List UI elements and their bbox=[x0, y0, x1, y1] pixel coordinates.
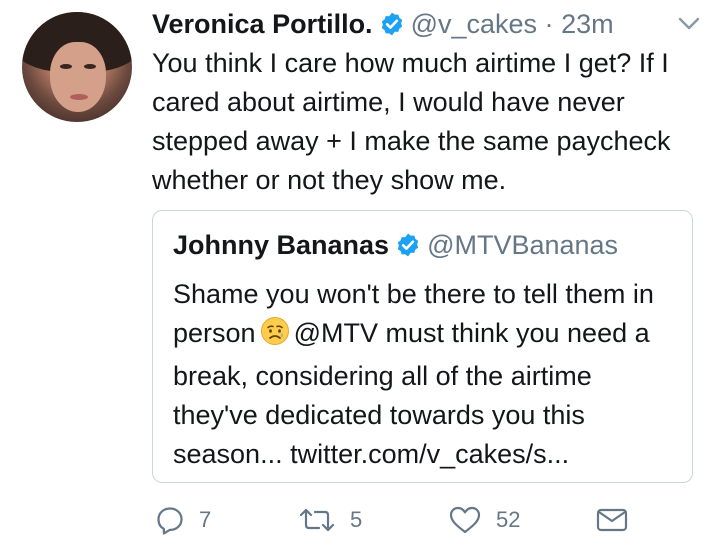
reply-icon bbox=[155, 505, 185, 535]
avatar-eye-left bbox=[60, 64, 72, 69]
retweet-button[interactable]: 5 bbox=[298, 505, 362, 535]
retweet-icon bbox=[298, 505, 336, 535]
direct-message-icon bbox=[595, 505, 629, 535]
direct-message-button[interactable] bbox=[595, 505, 629, 535]
quoted-tweet-card[interactable]: Johnny Bananas @MTVBananas Shame you won'… bbox=[152, 210, 693, 483]
separator-dot: · bbox=[544, 9, 554, 39]
like-count: 52 bbox=[496, 507, 521, 532]
author-handle[interactable]: @v_cakes bbox=[411, 9, 537, 39]
quoted-author-handle: @MTVBananas bbox=[427, 230, 619, 260]
tweet-text: You think I care how much airtime I get?… bbox=[152, 48, 679, 195]
tweet-timestamp[interactable]: 23m bbox=[561, 9, 614, 39]
quoted-tweet-header: Johnny Bananas @MTVBananas bbox=[173, 227, 618, 267]
quoted-tweet-text: Shame you won't be there to tell them in… bbox=[173, 275, 683, 474]
tweet-actions-bar: 7 5 52 bbox=[0, 505, 719, 545]
avatar-lips bbox=[70, 94, 88, 100]
retweet-count: 5 bbox=[350, 507, 363, 532]
like-icon bbox=[448, 505, 482, 535]
worried-face-emoji bbox=[260, 316, 290, 357]
verified-badge-icon bbox=[379, 10, 405, 46]
tweet-header: Veronica Portillo. @v_cakes · 23m bbox=[152, 6, 614, 46]
reply-button[interactable]: 7 bbox=[155, 505, 211, 535]
author-avatar[interactable] bbox=[22, 12, 132, 122]
verified-badge-icon bbox=[395, 231, 421, 267]
quoted-author-name: Johnny Bananas bbox=[173, 230, 390, 260]
avatar-face bbox=[50, 42, 106, 112]
avatar-eye-right bbox=[84, 64, 96, 69]
author-name[interactable]: Veronica Portillo. bbox=[152, 9, 373, 39]
chevron-down-icon[interactable] bbox=[677, 16, 701, 37]
reply-count: 7 bbox=[199, 507, 212, 532]
like-button[interactable]: 52 bbox=[448, 505, 520, 535]
